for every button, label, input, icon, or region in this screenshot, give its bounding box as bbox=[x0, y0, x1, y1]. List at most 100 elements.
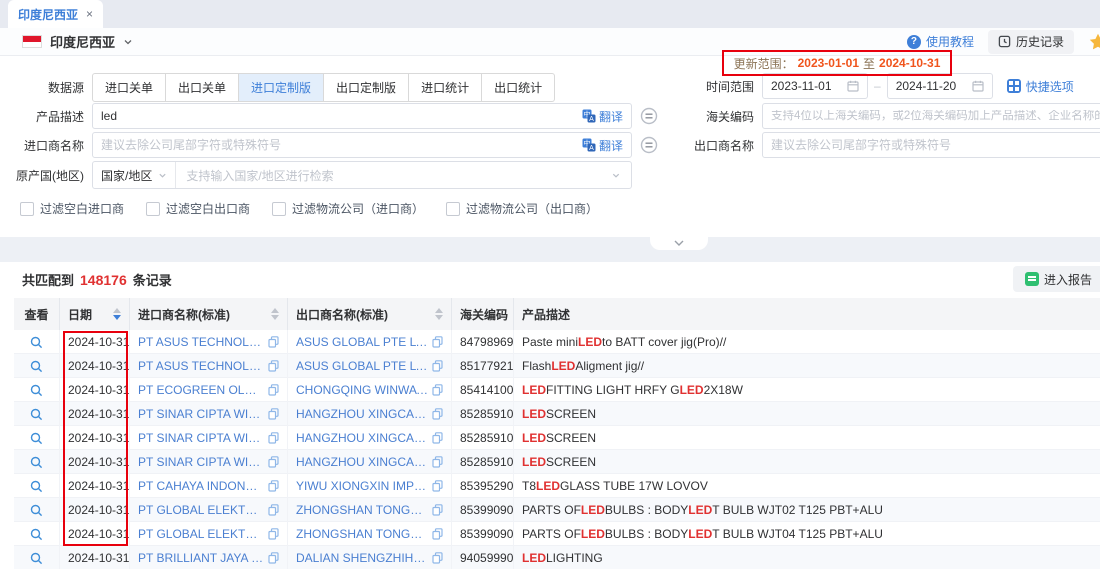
importer-link[interactable]: PT ECOGREEN OLEOCHEMICALS bbox=[138, 383, 264, 397]
checkbox-icon bbox=[272, 202, 286, 216]
history-button[interactable]: 历史记录 bbox=[988, 30, 1074, 54]
view-detail-icon[interactable] bbox=[30, 336, 43, 349]
copy-icon[interactable] bbox=[268, 552, 279, 564]
filter-checkbox[interactable]: 过滤空白出口商 bbox=[146, 200, 250, 217]
datasource-tab[interactable]: 进口关单 bbox=[92, 73, 166, 102]
hs-code-input[interactable] bbox=[771, 110, 1100, 122]
importer-link[interactable]: PT CAHAYA INDONESIA KARGO bbox=[138, 479, 264, 493]
exporter-link[interactable]: HANGZHOU XINGCAN TRADING CO LTD bbox=[296, 407, 428, 421]
table-row: 2024-10-31 PT SINAR CIPTA WIJAYA HANGZHO… bbox=[14, 450, 1100, 474]
view-detail-icon[interactable] bbox=[30, 432, 43, 445]
exporter-link[interactable]: DALIAN SHENGZHIHUI WOOD INDUST... bbox=[296, 551, 428, 565]
importer-link[interactable]: PT BRILLIANT JAYA WOOD INDUSTRY bbox=[138, 551, 264, 565]
view-detail-icon[interactable] bbox=[30, 552, 43, 565]
copy-icon[interactable] bbox=[432, 456, 443, 468]
exporter-link[interactable]: ZHONGSHAN TONGJIUZHOU INTERNA... bbox=[296, 527, 428, 541]
translate-button[interactable]: 中A 翻译 bbox=[582, 137, 623, 154]
view-detail-icon[interactable] bbox=[30, 480, 43, 493]
copy-icon[interactable] bbox=[432, 552, 443, 564]
enter-report-button[interactable]: 进入报告 bbox=[1013, 266, 1100, 292]
copy-icon[interactable] bbox=[432, 336, 443, 348]
view-detail-icon[interactable] bbox=[30, 528, 43, 541]
table-row: 2024-10-31 PT BRILLIANT JAYA WOOD INDUST… bbox=[14, 546, 1100, 569]
sort-icon[interactable] bbox=[107, 308, 121, 320]
datasource-tab[interactable]: 出口定制版 bbox=[324, 73, 409, 102]
copy-icon[interactable] bbox=[432, 528, 443, 540]
copy-icon[interactable] bbox=[432, 384, 443, 396]
exporter-link[interactable]: CHONGQING WINWAY IMPORT AND E... bbox=[296, 383, 428, 397]
translate-button[interactable]: 中A 翻译 bbox=[582, 108, 623, 125]
importer-link[interactable]: PT GLOBAL ELEKTRIK NASIONAL bbox=[138, 503, 264, 517]
date-start-input[interactable]: 2023-11-01 bbox=[762, 73, 868, 99]
quick-options-link[interactable]: 快捷选项 bbox=[1007, 78, 1074, 95]
filter-checkbox[interactable]: 过滤空白进口商 bbox=[20, 200, 124, 217]
exporter-link[interactable]: ASUS GLOBAL PTE LTD bbox=[296, 335, 428, 349]
checkbox-icon bbox=[20, 202, 34, 216]
match-mode-icon[interactable] bbox=[640, 136, 658, 154]
sort-icon[interactable] bbox=[429, 308, 443, 320]
exporter-link[interactable]: HANGZHOU XINGCAN TRADING CO LTD bbox=[296, 455, 428, 469]
collapse-form-button[interactable] bbox=[650, 237, 708, 250]
copy-icon[interactable] bbox=[432, 360, 443, 372]
view-detail-icon[interactable] bbox=[30, 360, 43, 373]
importer-link[interactable]: PT ASUS TECHNOLOGY INDONESIA BA... bbox=[138, 335, 264, 349]
copy-icon[interactable] bbox=[268, 432, 279, 444]
importer-link[interactable]: PT GLOBAL ELEKTRIK NASIONAL bbox=[138, 527, 264, 541]
tutorial-button[interactable]: ? 使用教程 bbox=[907, 33, 974, 50]
hs-code-cell: 84798969 bbox=[452, 330, 514, 354]
filter-checkbox[interactable]: 过滤物流公司（进口商） bbox=[272, 200, 424, 217]
exporter-link[interactable]: ASUS GLOBAL PTE LTD bbox=[296, 359, 428, 373]
copy-icon[interactable] bbox=[268, 480, 279, 492]
copy-icon[interactable] bbox=[268, 384, 279, 396]
datasource-tab[interactable]: 出口关单 bbox=[166, 73, 239, 102]
view-detail-icon[interactable] bbox=[30, 456, 43, 469]
datasource-tab[interactable]: 进口统计 bbox=[409, 73, 482, 102]
hs-code-cell: 85177921 bbox=[452, 354, 514, 378]
origin-type-select[interactable]: 国家/地区 bbox=[93, 162, 176, 188]
copy-icon[interactable] bbox=[268, 528, 279, 540]
importer-link[interactable]: PT SINAR CIPTA WIJAYA bbox=[138, 407, 264, 421]
product-desc-input[interactable] bbox=[101, 109, 582, 123]
col-exporter[interactable]: 出口商名称(标准) bbox=[288, 298, 452, 330]
indonesia-flag-icon bbox=[22, 35, 42, 48]
exporter-link[interactable]: HANGZHOU XINGCAN TRADING CO LTD bbox=[296, 431, 428, 445]
translate-icon: 中A bbox=[582, 109, 596, 123]
date-end-input[interactable]: 2024-11-20 bbox=[887, 73, 993, 99]
col-importer[interactable]: 进口商名称(标准) bbox=[130, 298, 288, 330]
country-name: 印度尼西亚 bbox=[50, 32, 115, 51]
match-mode-icon[interactable] bbox=[640, 107, 658, 125]
calendar-icon bbox=[847, 80, 859, 92]
importer-input[interactable] bbox=[101, 138, 582, 152]
view-detail-icon[interactable] bbox=[30, 504, 43, 517]
datasource-tab[interactable]: 出口统计 bbox=[482, 73, 555, 102]
datasource-tabs: 进口关单出口关单进口定制版出口定制版进口统计出口统计 bbox=[92, 73, 555, 102]
sort-icon[interactable] bbox=[265, 308, 279, 320]
importer-link[interactable]: PT SINAR CIPTA WIJAYA bbox=[138, 431, 264, 445]
exporter-link[interactable]: YIWU XIONGXIN IMPORT AND EXPORT... bbox=[296, 479, 428, 493]
favorite-star-icon[interactable] bbox=[1088, 32, 1100, 52]
filter-checkbox[interactable]: 过滤物流公司（出口商） bbox=[446, 200, 598, 217]
view-detail-icon[interactable] bbox=[30, 408, 43, 421]
view-detail-icon[interactable] bbox=[30, 384, 43, 397]
product-desc-field: 中A 翻译 bbox=[92, 103, 632, 129]
copy-icon[interactable] bbox=[432, 408, 443, 420]
copy-icon[interactable] bbox=[268, 456, 279, 468]
chevron-down-icon[interactable] bbox=[123, 37, 133, 47]
copy-icon[interactable] bbox=[268, 408, 279, 420]
copy-icon[interactable] bbox=[268, 336, 279, 348]
exporter-link[interactable]: ZHONGSHAN TONGJIUZHOU INTERNA... bbox=[296, 503, 428, 517]
tab-indonesia[interactable]: 印度尼西亚 × bbox=[8, 0, 103, 28]
origin-search-input[interactable]: 支持输入国家/地区进行检索 bbox=[176, 167, 611, 184]
importer-link[interactable]: PT SINAR CIPTA WIJAYA bbox=[138, 455, 264, 469]
datasource-tab[interactable]: 进口定制版 bbox=[239, 73, 324, 102]
close-icon[interactable]: × bbox=[86, 8, 93, 20]
copy-icon[interactable] bbox=[268, 360, 279, 372]
copy-icon[interactable] bbox=[432, 504, 443, 516]
chevron-down-icon[interactable] bbox=[611, 171, 631, 180]
col-date[interactable]: 日期 bbox=[60, 298, 130, 330]
copy-icon[interactable] bbox=[432, 432, 443, 444]
copy-icon[interactable] bbox=[268, 504, 279, 516]
importer-link[interactable]: PT ASUS TECHNOLOGY INDONESIA BA... bbox=[138, 359, 264, 373]
exporter-input[interactable] bbox=[771, 138, 1100, 152]
copy-icon[interactable] bbox=[432, 480, 443, 492]
